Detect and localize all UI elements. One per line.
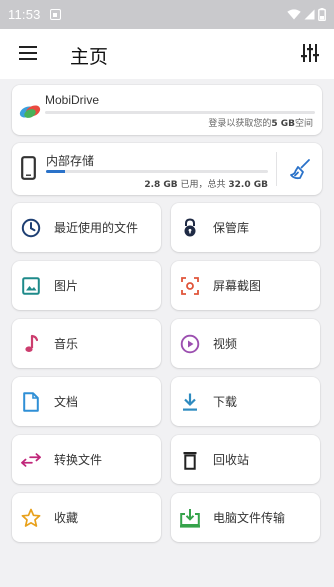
mobidrive-login-hint: 登录以获取您的5 GB空间	[208, 119, 313, 129]
document-icon	[21, 391, 41, 412]
tile-label: 回收站	[213, 453, 250, 467]
tile-label: 文档	[54, 395, 79, 409]
page-title: 主页	[70, 46, 109, 68]
status-icons	[287, 8, 326, 21]
tile-label: 下载	[213, 395, 238, 409]
mobidrive-logo-icon	[19, 105, 41, 118]
tile-favorites[interactable]: 收藏	[12, 493, 161, 542]
tile-recycle-bin[interactable]: 回收站	[171, 435, 320, 484]
broom-clean-icon[interactable]	[289, 158, 311, 180]
internal-storage-title: 内部存储	[46, 154, 95, 168]
signal-icon	[304, 9, 315, 20]
tile-documents[interactable]: 文档	[12, 377, 161, 426]
mobidrive-title: MobiDrive	[45, 93, 100, 107]
menu-icon[interactable]	[19, 46, 37, 60]
download-icon	[180, 392, 200, 412]
tile-label: 收藏	[54, 511, 79, 525]
star-icon	[21, 508, 41, 528]
image-icon	[21, 276, 41, 296]
play-circle-icon	[180, 334, 200, 354]
mobidrive-card[interactable]: MobiDrive 登录以获取您的5 GB空间	[12, 85, 322, 135]
mobidrive-usage-bar	[45, 111, 315, 114]
trash-icon	[180, 450, 200, 470]
music-note-icon	[21, 334, 41, 354]
divider	[276, 152, 277, 186]
tile-downloads[interactable]: 下载	[171, 377, 320, 426]
tile-label: 电脑文件传输	[213, 511, 286, 525]
tile-pc-file-transfer[interactable]: 电脑文件传输	[171, 493, 320, 542]
internal-storage-usage-bar	[46, 170, 268, 173]
pc-transfer-icon	[180, 508, 200, 528]
convert-arrows-icon	[21, 450, 41, 470]
app-bar: 主页	[0, 29, 334, 79]
status-bar: 11:53	[0, 0, 334, 29]
tile-label: 保管库	[213, 221, 250, 235]
phone-storage-icon	[21, 156, 36, 180]
tile-label: 最近使用的文件	[54, 221, 139, 235]
tile-vault[interactable]: 保管库	[171, 203, 320, 252]
battery-icon	[318, 8, 326, 21]
internal-storage-usage: 2.8 GB 已用，总共 32.0 GB	[144, 180, 268, 190]
tile-screenshots[interactable]: 屏幕截图	[171, 261, 320, 310]
tile-images[interactable]: 图片	[12, 261, 161, 310]
clock-icon	[21, 218, 41, 238]
tile-label: 屏幕截图	[213, 279, 262, 293]
tile-label: 视频	[213, 337, 238, 351]
screenshot-icon	[180, 276, 200, 296]
wifi-icon	[287, 9, 301, 20]
tile-label: 转换文件	[54, 453, 103, 467]
filter-settings-icon[interactable]	[301, 43, 319, 63]
tile-videos[interactable]: 视频	[171, 319, 320, 368]
status-time: 11:53	[8, 7, 41, 22]
tile-recent-files[interactable]: 最近使用的文件	[12, 203, 161, 252]
tile-music[interactable]: 音乐	[12, 319, 161, 368]
internal-storage-card[interactable]: 内部存储 2.8 GB 已用，总共 32.0 GB	[12, 143, 322, 195]
tile-label: 音乐	[54, 337, 79, 351]
tile-label: 图片	[54, 279, 79, 293]
tile-convert-files[interactable]: 转换文件	[12, 435, 161, 484]
notification-icon	[49, 9, 61, 20]
lock-icon	[180, 217, 200, 238]
